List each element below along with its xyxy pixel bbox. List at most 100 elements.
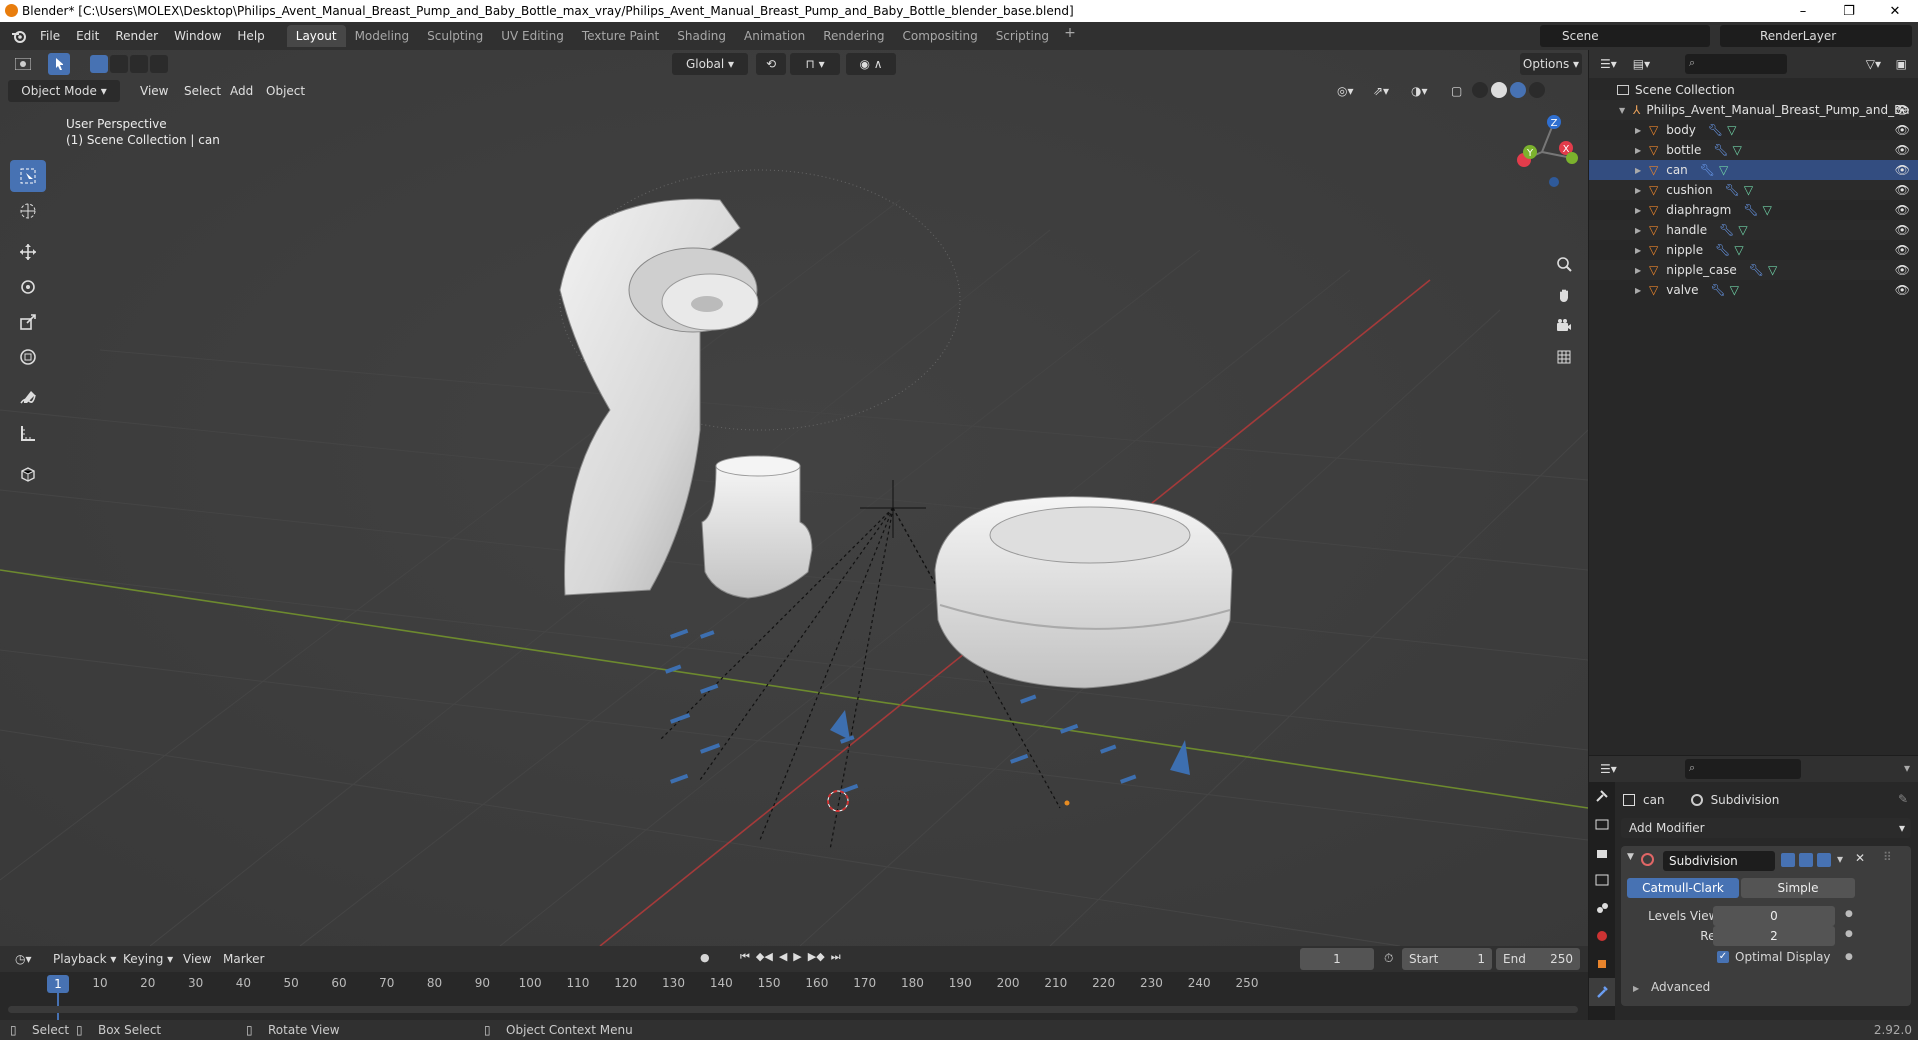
menu-render[interactable]: Render [107,25,166,47]
blender-menu-icon[interactable] [6,23,32,49]
options-dropdown[interactable]: Options ▾ [1520,53,1582,75]
select-extend-icon[interactable] [110,55,128,73]
modifier-wrench-icon[interactable]: 🔧︎ [1743,203,1758,217]
neg-y-handle[interactable] [1566,152,1578,164]
simple-button[interactable]: Simple [1741,878,1855,898]
end-frame-field[interactable]: End 250 [1496,948,1580,970]
render-tab-icon[interactable] [1589,810,1615,838]
eye-icon[interactable]: 👁 [1895,103,1910,117]
outliner-item-nipple-case[interactable]: ▶ ▽ nipple_case 🔧︎ ▽ 👁 [1589,260,1918,280]
outliner-item-bottle[interactable]: ▶ ▽ bottle 🔧︎ ▽ 👁 [1589,140,1918,160]
render-toggle-icon[interactable] [1817,853,1831,867]
outliner-item-nipple[interactable]: ▶ ▽ nipple 🔧︎ ▽ 👁 [1589,240,1918,260]
eye-icon[interactable]: 👁 [1895,283,1910,297]
mesh-data-icon[interactable]: ▽ [1727,123,1736,137]
drag-handle-icon[interactable]: ⠿ [1883,850,1892,864]
properties-search-input[interactable]: ⌕ [1685,759,1801,779]
select-invert-icon[interactable] [150,55,168,73]
snap-icon[interactable]: ⊓ ▾ [790,53,840,75]
eye-icon[interactable]: 👁 [1895,123,1910,137]
visibility-icon[interactable]: ◎▾ [1330,80,1361,102]
outliner-scene-collection[interactable]: Scene Collection [1589,80,1918,100]
tab-texture-paint[interactable]: Texture Paint [573,25,668,47]
play-reverse-icon[interactable]: ◀ [779,950,787,964]
tab-animation[interactable]: Animation [735,25,814,47]
tool-tab-icon[interactable] [1589,782,1615,810]
jump-keyframe-back-icon[interactable]: ◆◀ [756,950,773,964]
mesh-data-icon[interactable]: ▽ [1730,283,1739,297]
eye-icon[interactable]: 👁 [1895,203,1910,217]
proportional-editing-icon[interactable]: ◉ ∧ [846,53,896,75]
outliner-collection-row[interactable]: ▼ ⅄ Philips_Avent_Manual_Breast_Pump_and_B… [1589,100,1918,120]
collapse-chevron-icon[interactable]: ▼ [1627,852,1634,862]
filter-icon[interactable]: ▽▾ [1859,53,1888,75]
expand-right-icon[interactable]: ▶ [1635,126,1645,135]
timeline-editor-type-icon[interactable]: ◷▾ [8,948,39,970]
current-frame-indicator[interactable]: 1 [47,975,69,993]
marker-menu[interactable]: Marker [216,948,271,970]
solid-shading-icon[interactable] [1491,82,1507,98]
tab-shading[interactable]: Shading [668,25,735,47]
viewport-menu-add[interactable]: Add [222,80,261,102]
viewport-menu-object[interactable]: Object [258,80,313,102]
expand-right-icon[interactable]: ▶ [1635,146,1645,155]
overlay-toggle-icon[interactable]: ◑▾ [1404,80,1435,102]
remove-modifier-icon[interactable]: ✕ [1855,851,1865,865]
menu-window[interactable]: Window [166,25,229,47]
mesh-data-icon[interactable]: ▽ [1763,203,1772,217]
select-new-icon[interactable] [90,55,108,73]
pivot-point-icon[interactable]: ⟲ [756,53,786,75]
advanced-subpanel-header[interactable]: ▶ Advanced [1633,980,1710,994]
menu-help[interactable]: Help [229,25,272,47]
jump-end-icon[interactable]: ⏭ [831,950,841,964]
modifier-tab-icon[interactable] [1589,978,1615,1006]
modifier-menu-icon[interactable]: ▾ [1837,852,1843,866]
modifier-wrench-icon[interactable]: 🔧︎ [1715,243,1730,257]
expand-right-icon[interactable]: ▶ [1635,186,1645,195]
navigation-gizmo[interactable]: Z Y X [1502,110,1582,190]
optimal-display-checkbox[interactable]: ✓ [1717,951,1729,963]
annotate-tool-icon[interactable] [10,382,46,414]
world-tab-icon[interactable] [1589,922,1615,950]
scene-tab-icon[interactable] [1589,894,1615,922]
preview-range-icon[interactable]: ⏱ [1384,951,1393,966]
gizmo-toggle-icon[interactable]: ⇗▾ [1366,80,1396,102]
viewport-menu-view[interactable]: View [132,80,176,102]
modifier-wrench-icon[interactable]: 🔧︎ [1749,263,1764,277]
eye-icon[interactable]: 👁 [1895,263,1910,277]
expand-right-icon[interactable]: ▶ [1635,286,1645,295]
eye-icon[interactable]: 👁 [1895,183,1910,197]
tab-modeling[interactable]: Modeling [346,25,419,47]
new-collection-icon[interactable]: ▣ [1889,53,1914,75]
expand-right-icon[interactable]: ▶ [1635,226,1645,235]
levels-viewport-field[interactable]: 0 [1713,906,1835,926]
outliner-search-input[interactable]: ⌕ [1685,54,1787,74]
eye-icon[interactable]: 👁 [1895,243,1910,257]
pin-icon[interactable]: ✎ [1898,792,1908,806]
render-levels-field[interactable]: 2 [1713,926,1835,946]
modifier-name-input[interactable]: Subdivision [1663,851,1775,871]
tab-uv-editing[interactable]: UV Editing [492,25,573,47]
modifier-wrench-icon[interactable]: 🔧︎ [1713,143,1728,157]
object-tab-icon[interactable] [1589,950,1615,978]
mesh-data-icon[interactable]: ▽ [1734,243,1743,257]
rendered-shading-icon[interactable] [1529,82,1545,98]
view-layer-tab-icon[interactable] [1589,866,1615,894]
modifier-wrench-icon[interactable]: 🔧︎ [1700,163,1715,177]
mesh-data-icon[interactable]: ▽ [1719,163,1728,177]
current-frame-field[interactable]: 1 [1300,948,1374,970]
outliner-item-diaphragm[interactable]: ▶ ▽ diaphragm 🔧︎ ▽ 👁 [1589,200,1918,220]
mesh-data-icon[interactable]: ▽ [1733,143,1742,157]
eye-icon[interactable]: 👁 [1895,223,1910,237]
display-mode-icon[interactable]: ▤▾ [1626,53,1657,75]
editor-type-icon[interactable] [8,53,38,75]
jump-start-icon[interactable]: ⏮ [740,950,750,964]
menu-edit[interactable]: Edit [68,25,107,47]
expand-right-icon[interactable]: ▶ [1635,246,1645,255]
modifier-wrench-icon[interactable]: 🔧︎ [1719,223,1734,237]
wireframe-shading-icon[interactable] [1472,82,1488,98]
outliner-item-valve[interactable]: ▶ ▽ valve 🔧︎ ▽ 👁 [1589,280,1918,300]
render-layer-selector[interactable]: RenderLayer [1720,25,1912,47]
properties-options-icon[interactable]: ▾ [1904,761,1910,775]
add-workspace-icon[interactable]: + [1058,25,1082,47]
